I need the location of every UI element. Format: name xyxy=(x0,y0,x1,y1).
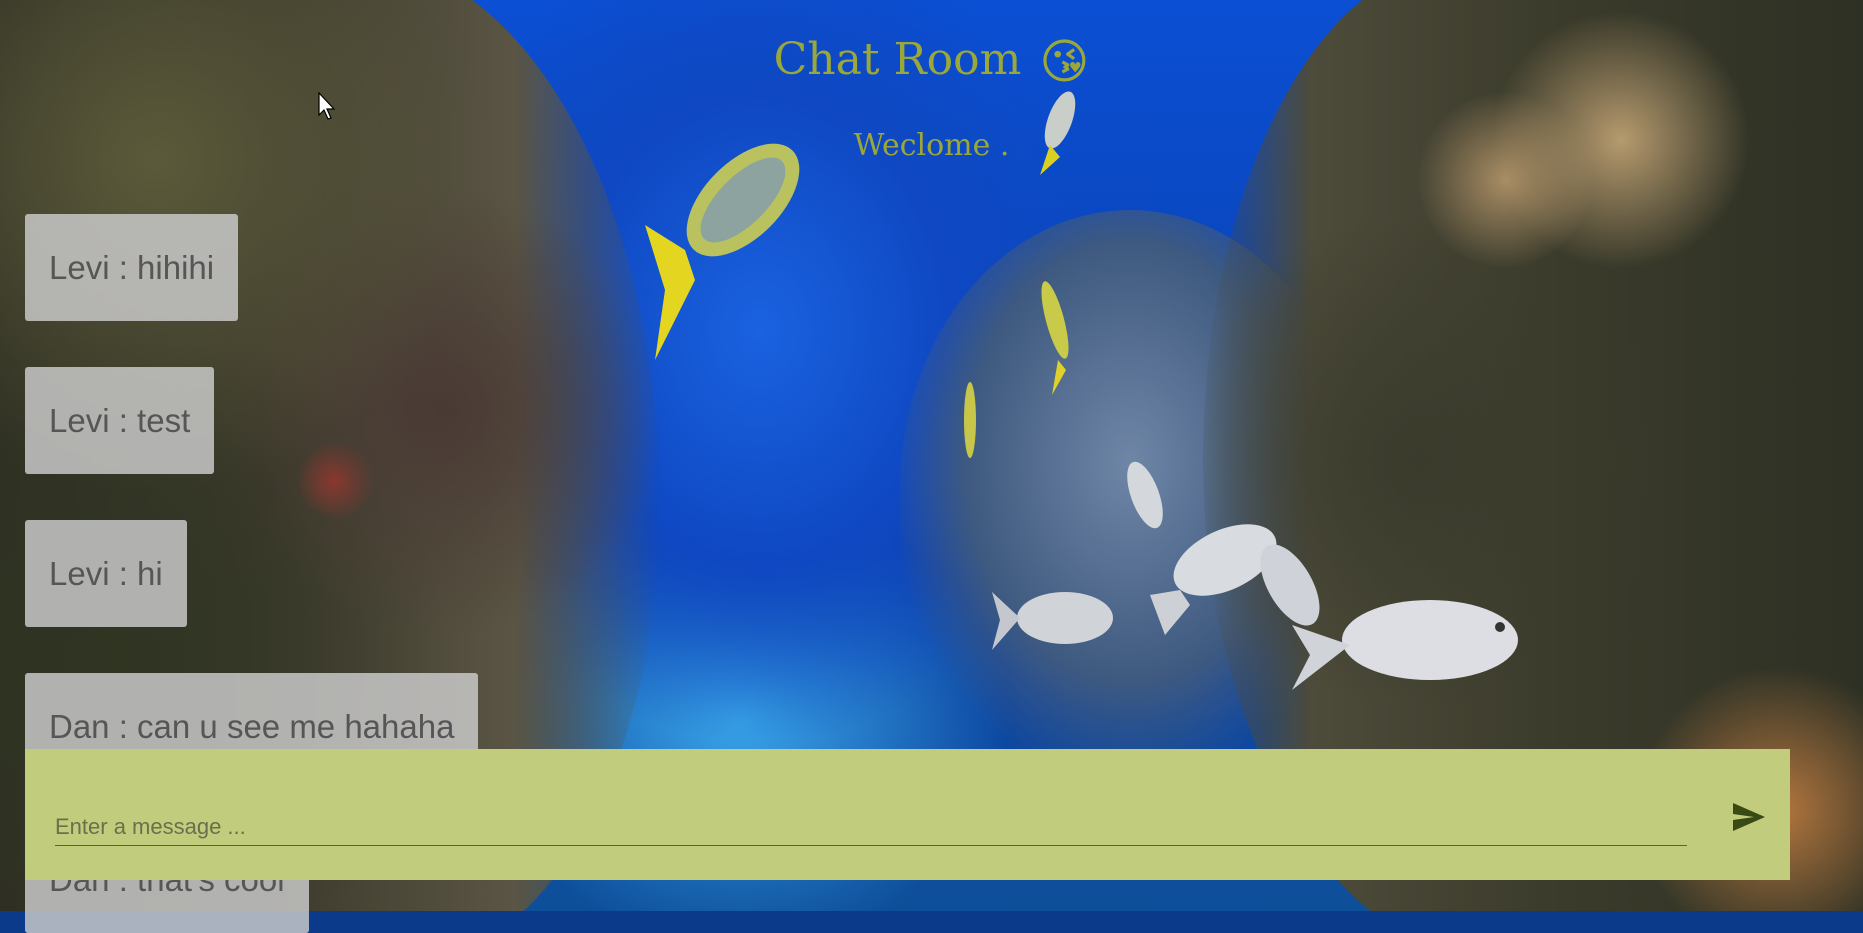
chat-message: Levi : test xyxy=(25,367,215,474)
title-text: Chat Room xyxy=(773,34,1022,85)
yellow-fish-mid xyxy=(1041,281,1069,395)
kiss-emoji-icon: 😘 xyxy=(1039,34,1090,90)
grey-fish-4 xyxy=(1292,600,1518,690)
grey-fish-1 xyxy=(992,592,1113,650)
chat-message: Levi : hihihi xyxy=(25,214,239,321)
chat-message: Levi : hi xyxy=(25,520,187,627)
send-button[interactable] xyxy=(1721,793,1777,841)
yellow-fish-large xyxy=(645,143,800,360)
send-icon xyxy=(1733,803,1765,831)
welcome-text: Weclome . xyxy=(853,128,1010,163)
page-title: Chat Room 😘 xyxy=(0,34,1863,90)
yellow-fish-thin xyxy=(964,382,976,458)
grey-fish-5 xyxy=(1127,461,1163,529)
mouse-cursor-icon xyxy=(318,92,336,120)
message-input[interactable] xyxy=(55,809,1687,846)
message-composer xyxy=(25,749,1790,880)
